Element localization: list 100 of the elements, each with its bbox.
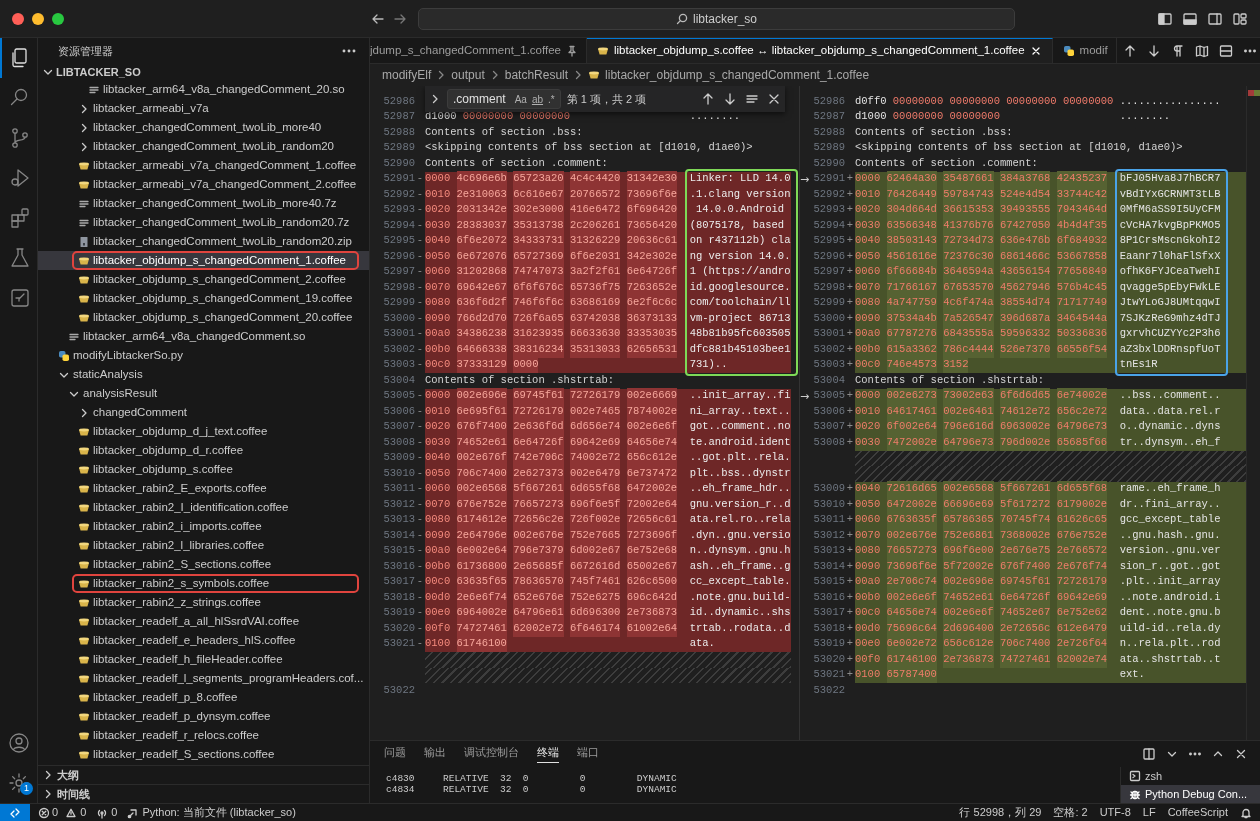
tree-item[interactable]: libtacker_readelf_S_sections.coffee [38, 745, 369, 764]
tree-item[interactable]: libtacker_objdump_s_changedComment_20.coffee [38, 308, 369, 327]
find-option-toggle[interactable]: ab [531, 91, 544, 107]
tree-item[interactable]: libtacker_readelf_p_8.coffee [38, 688, 369, 707]
status-item[interactable]: LF [1142, 804, 1156, 821]
tree-item[interactable]: libtacker_rabin2_E_exports.coffee [38, 479, 369, 498]
tree-item[interactable]: libtacker_objdump_d_j_text.coffee [38, 422, 369, 441]
pin-icon[interactable] [565, 44, 578, 57]
status-item[interactable]: CoffeeScript [1167, 804, 1228, 821]
panel-tab[interactable]: 终端 [537, 744, 559, 764]
tree-item[interactable]: libtacker_readelf_e_headers_hlS.coffee [38, 631, 369, 650]
panel-tab[interactable]: 端口 [577, 744, 599, 764]
bell-icon[interactable] [1240, 806, 1252, 819]
tree-item[interactable]: libtacker_changedComment_twoLib_more40 [38, 118, 369, 137]
line-number: 53012 [812, 527, 845, 543]
close-icon[interactable] [767, 92, 781, 106]
hex-word: 2031342e [456, 202, 507, 219]
find-input-field[interactable]: .comment Aa ab .* [447, 89, 561, 109]
hex-offset: 0020 [425, 419, 451, 435]
status-item[interactable]: 行 52998，列 29 [959, 804, 1042, 821]
panel-tab[interactable]: 问题 [384, 744, 406, 764]
editor-tab[interactable]: modif [1052, 38, 1117, 63]
tree-item[interactable]: modifyLibtackerSo.py [38, 346, 369, 365]
sidebar-layout-icon[interactable] [1157, 10, 1173, 27]
panel-tab[interactable]: 输出 [424, 744, 446, 764]
account-icon[interactable] [6, 731, 31, 755]
hex-word: 002e6e6f [943, 605, 994, 622]
editor-tab[interactable]: jdump_s_changedComment_1.coffee [370, 38, 587, 63]
close-icon[interactable] [1234, 747, 1248, 761]
tree-item[interactable]: libtacker_readelf_r_relocs.coffee [38, 726, 369, 745]
breadcrumb-item[interactable]: modifyElf [382, 66, 432, 84]
status-item[interactable]: 空格: 2 [1053, 804, 1088, 821]
find-option-toggle[interactable]: .* [548, 91, 555, 107]
arrow-up-icon[interactable] [701, 92, 715, 106]
line-number: 53006 [812, 403, 845, 419]
hex-word: 6f696420 [626, 202, 678, 219]
split-editor-icon[interactable] [1218, 43, 1233, 58]
tree-item[interactable]: libtacker_changedComment_twoLib_random20.7z [38, 213, 369, 232]
revert-arrow[interactable]: → [800, 390, 810, 402]
tree-item[interactable]: libtacker_arm64_v8a_changedComment.so [38, 327, 369, 346]
panel-tab[interactable]: 调试控制台 [464, 744, 519, 764]
arrow-down-icon[interactable] [723, 92, 737, 106]
folder-section-header[interactable]: LIBTACKER_SO [38, 64, 369, 80]
tree-item[interactable]: libtacker_rabin2_l_libraries.coffee [38, 536, 369, 555]
revert-arrow[interactable]: → [800, 173, 810, 185]
tree-item[interactable]: libtacker_rabin2_i_imports.coffee [38, 517, 369, 536]
hex-offset: 0010 [855, 186, 881, 202]
breadcrumb-item[interactable]: output [451, 66, 485, 84]
problems-status[interactable]: 0 0 [38, 804, 87, 821]
hex-offset: 0030 [425, 434, 451, 450]
map-icon[interactable] [1194, 43, 1209, 58]
section-header[interactable]: 大纲 [38, 765, 369, 784]
line-number: 52987 [812, 109, 845, 125]
command-search-field[interactable]: libtacker_so [418, 7, 1015, 30]
tree-item[interactable]: libtacker_readelf_p_dynsym.coffee [38, 707, 369, 726]
change-mark: - [415, 202, 425, 218]
panel-layout-icon[interactable] [1182, 10, 1198, 27]
tree-item[interactable]: libtacker_rabin2_S_sections.coffee [38, 555, 369, 574]
ports-status[interactable]: 0 [96, 804, 118, 821]
editor-tab[interactable]: libtacker_objdump_s.coffee ↔ libtacker_objdump_s_changedComment_1.coffee [586, 38, 1053, 63]
tree-item[interactable]: libtacker_readelf_l_segments_programHeaders.cof... [38, 669, 369, 688]
tree-item[interactable]: staticAnalysis [38, 365, 369, 384]
remote-button[interactable] [0, 804, 30, 821]
coffee-cup-icon [78, 312, 90, 323]
terminal-list-item[interactable]: Python Debug Con... [1121, 785, 1260, 803]
hex-word: 726f002e [569, 512, 621, 529]
tree-item[interactable]: libtacker_arm64_v8a_changedComment_20.so [38, 80, 369, 99]
tree-item[interactable]: libtacker_changedComment_twoLib_random20 [38, 137, 369, 156]
breadcrumb-item[interactable]: batchResult [504, 66, 569, 84]
tree-item[interactable]: libtacker_readelf_a_all_hlSsrdVAI.coffee [38, 612, 369, 631]
tree-item[interactable]: libtacker_readelf_h_fileHeader.coffee [38, 650, 369, 669]
tree-item[interactable]: libtacker_armeabi_v7a [38, 99, 369, 118]
tree-item[interactable]: libtacker_armeabi_v7a_changedComment_1.coffee [38, 156, 369, 175]
tree-item[interactable]: analysisResult [38, 384, 369, 403]
tree-item[interactable]: libtacker_armeabi_v7a_changedComment_2.coffee [38, 175, 369, 194]
tree-item[interactable]: changedComment [38, 403, 369, 422]
terminal-list-item[interactable]: zsh [1121, 767, 1260, 785]
layout-grid-icon[interactable] [1232, 10, 1248, 27]
tree-item[interactable]: libtacker_rabin2_s_symbols.coffee [38, 574, 369, 593]
tree-item[interactable]: libtacker_objdump_d_r.coffee [38, 441, 369, 460]
hex-offset: 0030 [855, 217, 881, 233]
tree-item[interactable]: libtacker_objdump_s_changedComment_1.coffee [38, 251, 369, 270]
tree-item[interactable]: libtacker_objdump_s.coffee [38, 460, 369, 479]
tree-item[interactable]: libtacker_objdump_s_changedComment_2.coffee [38, 270, 369, 289]
tree-item[interactable]: libtacker_rabin2_z_strings.coffee [38, 593, 369, 612]
run-config-status[interactable]: Python: 当前文件 (libtacker_so) [127, 804, 296, 821]
secondary-sidebar-icon[interactable] [1207, 10, 1223, 27]
find-option-toggle[interactable]: Aa [514, 91, 527, 107]
tree-item[interactable]: libtacker_objdump_s_changedComment_19.coffee [38, 289, 369, 308]
coffee-cup-icon [78, 255, 90, 266]
tree-item[interactable]: libtacker_changedComment_twoLib_random20.zip [38, 232, 369, 251]
change-mark: - [415, 248, 425, 264]
change-mark: + [845, 620, 855, 636]
line-number: 52992 [812, 186, 845, 202]
status-item[interactable]: UTF-8 [1099, 804, 1131, 821]
split-panel-icon[interactable] [1142, 747, 1156, 761]
tree-item[interactable]: libtacker_changedComment_twoLib_more40.7z [38, 194, 369, 213]
selection-lines-icon[interactable] [745, 92, 759, 106]
breadcrumb-item[interactable]: libtacker_objdump_s_changedComment_1.coffee [588, 66, 870, 84]
tree-item[interactable]: libtacker_rabin2_I_identification.coffee [38, 498, 369, 517]
